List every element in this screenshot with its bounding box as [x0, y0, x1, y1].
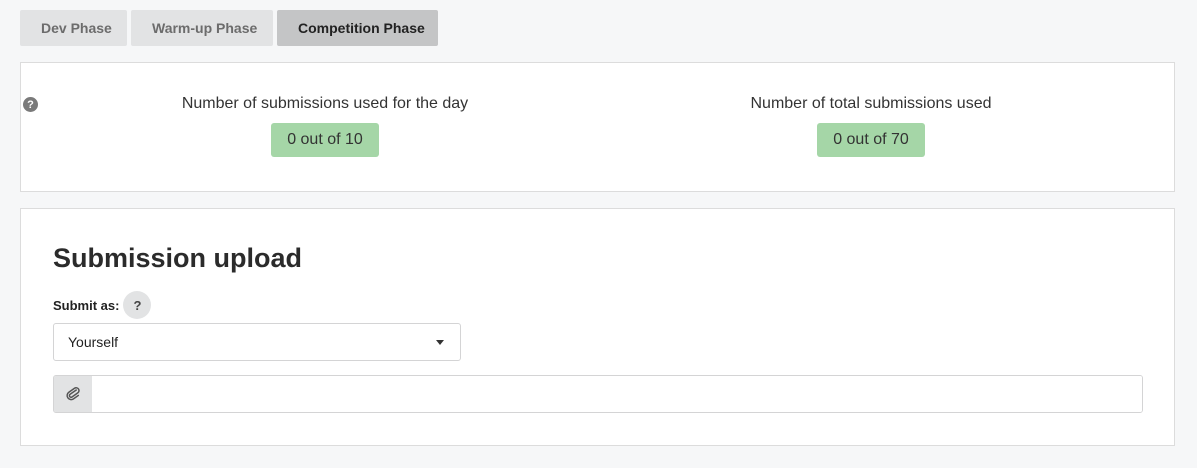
submission-upload-panel: Submission upload Submit as: ? Yourself — [20, 208, 1175, 446]
help-button[interactable]: ? — [123, 291, 152, 319]
daily-submissions-label: Number of submissions used for the day — [181, 95, 469, 112]
submit-as-label: Submit as: — [53, 297, 120, 313]
submission-stats-panel: ? Number of submissions used for the day… — [20, 62, 1175, 192]
file-path-input[interactable] — [92, 376, 1142, 412]
tab-warm-up-phase[interactable]: Warm-up Phase — [131, 10, 273, 46]
submit-as-dropdown[interactable]: Yourself — [53, 323, 461, 361]
total-submissions-label: Number of total submissions used — [750, 95, 992, 112]
tab-competition-phase[interactable]: Competition Phase — [277, 10, 438, 46]
submit-as-row: Submit as: ? — [53, 291, 152, 319]
submit-as-selected: Yourself — [68, 334, 119, 350]
question-circle-icon[interactable]: ? — [23, 97, 38, 112]
page-title: Submission upload — [53, 243, 303, 273]
phase-tabs: Dev Phase Warm-up Phase Competition Phas… — [20, 10, 438, 46]
total-submissions-badge: 0 out of 70 — [817, 123, 925, 157]
tab-dev-phase[interactable]: Dev Phase — [20, 10, 127, 46]
paperclip-icon — [66, 387, 80, 401]
caret-down-icon — [436, 339, 444, 345]
daily-submissions-stat: Number of submissions used for the day 0… — [175, 95, 475, 157]
attach-file-button[interactable] — [54, 376, 92, 412]
daily-submissions-badge: 0 out of 10 — [271, 123, 379, 157]
total-submissions-stat: Number of total submissions used 0 out o… — [741, 95, 1001, 157]
file-upload-field — [53, 375, 1143, 413]
